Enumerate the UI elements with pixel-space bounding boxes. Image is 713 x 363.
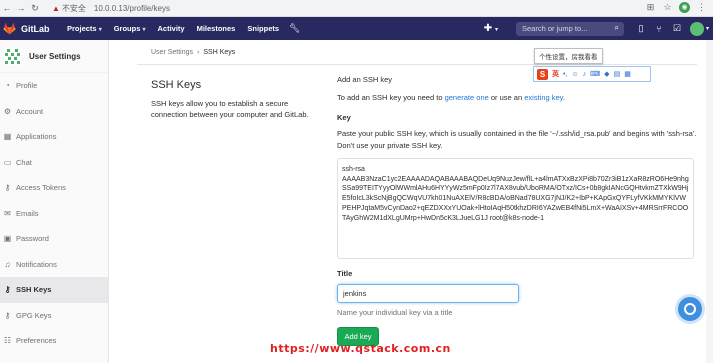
page-description: SSH keys allow you to establish a secure… bbox=[151, 99, 309, 119]
title-help-text: Name your individual key via a title bbox=[337, 308, 453, 317]
insecure-label: 不安全 bbox=[61, 4, 86, 13]
skin-icon[interactable]: ◆ bbox=[604, 70, 609, 78]
gear-icon: ⚙ bbox=[3, 106, 12, 116]
search-icon: ⌕ bbox=[614, 22, 619, 32]
sidebar-item-ssh-keys[interactable]: ⚷ SSH Keys bbox=[0, 277, 108, 303]
nav-groups[interactable]: Groups ▾ bbox=[108, 24, 152, 33]
wrench-icon[interactable]: 🔧︎ bbox=[289, 23, 300, 34]
emoji-icon[interactable]: ☺ bbox=[571, 71, 578, 78]
plus-icon[interactable]: ✚ ▾ bbox=[484, 23, 498, 34]
key-label: Key bbox=[337, 113, 351, 122]
browser-toolbar: ← → ↻ ▲ 不安全 10.0.0.13/profile/keys ⊞ ☆ ◉… bbox=[0, 0, 713, 17]
grid-icon: ▦ bbox=[3, 132, 12, 142]
lock-icon: ▣ bbox=[3, 234, 12, 244]
divider bbox=[137, 64, 697, 65]
chevron-down-icon[interactable]: ▾ bbox=[706, 25, 709, 32]
menu-icon[interactable]: ⋮ bbox=[696, 2, 707, 13]
back-icon[interactable]: ← bbox=[0, 3, 14, 13]
profile-avatar[interactable]: ◉ bbox=[679, 2, 690, 13]
sidebar-item-emails[interactable]: ✉ Emails bbox=[0, 201, 108, 227]
nav-activity[interactable]: Activity bbox=[152, 24, 191, 33]
ime-toolbar[interactable]: S 英 •, ☺ ♪ ⌨ ◆ ▤ ▦ bbox=[533, 66, 651, 82]
brand-name: GitLab bbox=[21, 23, 50, 34]
todo-icon[interactable]: ☑ bbox=[668, 23, 686, 34]
add-key-instructions: To add an SSH key you need to generate o… bbox=[337, 93, 565, 102]
intro-section: SSH Keys SSH keys allow you to establish… bbox=[151, 79, 319, 120]
key-textarea[interactable]: ssh-rsa AAAAB3NzaC1yc2EAAAADAQABAAABAQDe… bbox=[337, 158, 694, 259]
sidebar-item-applications[interactable]: ▦ Applications bbox=[0, 124, 108, 150]
sogou-logo-icon[interactable]: S bbox=[537, 68, 548, 80]
generate-one-link[interactable]: generate one bbox=[445, 93, 489, 102]
chat-icon: ▭ bbox=[3, 157, 12, 167]
key-icon: ⚷ bbox=[4, 183, 11, 193]
address-bar[interactable]: ▲ 不安全 10.0.0.13/profile/keys bbox=[52, 2, 642, 15]
microphone-icon[interactable]: ♪ bbox=[583, 71, 587, 78]
search-input[interactable]: Search or jump to... ⌕ bbox=[515, 21, 624, 36]
user-icon: ◔ bbox=[5, 81, 10, 91]
url-text[interactable]: 10.0.0.13/profile/keys bbox=[94, 4, 170, 13]
key-icon: ⚷ bbox=[4, 310, 11, 320]
issues-icon[interactable]: ▯ bbox=[632, 23, 650, 34]
key-help-text: Paste your public SSH key, which is usua… bbox=[337, 129, 697, 150]
ime-language-toggle[interactable]: 英 bbox=[552, 69, 559, 79]
chevron-right-icon: › bbox=[197, 49, 200, 56]
bell-icon: ♫ bbox=[4, 259, 11, 269]
watermark-url: https://www.qstack.com.cn bbox=[270, 342, 451, 355]
page-scrollbar[interactable] bbox=[706, 40, 713, 363]
sidebar-item-account[interactable]: ⚙ Account bbox=[0, 99, 108, 125]
title-label: Title bbox=[337, 269, 353, 278]
forward-icon[interactable]: → bbox=[14, 3, 28, 13]
page-title: SSH Keys bbox=[151, 79, 202, 91]
tooltip: 个性设置，房我看看 bbox=[534, 48, 603, 64]
merge-request-icon[interactable]: ⑂ bbox=[650, 24, 668, 34]
title-input[interactable]: jenkins bbox=[337, 284, 519, 303]
warning-icon: ▲ bbox=[52, 4, 60, 13]
sidebar-item-preferences[interactable]: ☷ Preferences bbox=[0, 328, 108, 354]
gitlab-logo[interactable]: GitLab bbox=[3, 22, 61, 35]
nav-projects[interactable]: Projects ▾ bbox=[61, 24, 108, 33]
reload-icon[interactable]: ↻ bbox=[28, 3, 42, 14]
breadcrumb-parent[interactable]: User Settings bbox=[151, 49, 193, 56]
gitlab-navbar: GitLab Projects ▾ Groups ▾ Activity Mile… bbox=[0, 17, 713, 40]
sidebar-item-notifications[interactable]: ♫ Notifications bbox=[0, 252, 108, 278]
breadcrumb: User Settings › SSH Keys bbox=[151, 49, 235, 56]
sidebar-item-access-tokens[interactable]: ⚷ Access Tokens bbox=[0, 175, 108, 201]
breadcrumb-current[interactable]: SSH Keys bbox=[203, 49, 235, 56]
circle-icon bbox=[684, 303, 696, 315]
nav-snippets[interactable]: Snippets bbox=[241, 24, 285, 33]
sidebar-item-profile[interactable]: ◔ Profile bbox=[0, 73, 108, 99]
star-icon[interactable]: ☆ bbox=[662, 2, 673, 13]
keyboard-icon[interactable]: ⌨ bbox=[590, 70, 600, 78]
toolbox-icon[interactable]: ▤ bbox=[614, 70, 621, 78]
settings-sidebar: User Settings ◔ Profile ⚙ Account ▦ Applica… bbox=[0, 40, 109, 363]
sidebar-item-chat[interactable]: ▭ Chat bbox=[0, 150, 108, 176]
existing-key-link[interactable]: existing key bbox=[524, 93, 563, 102]
sidebar-item-gpg-keys[interactable]: ⚷ GPG Keys bbox=[0, 303, 108, 329]
sidebar-title: User Settings bbox=[29, 51, 81, 61]
sidebar-header[interactable]: User Settings bbox=[0, 40, 108, 73]
grid-menu-icon[interactable]: ▦ bbox=[624, 70, 631, 78]
sidebar-item-password[interactable]: ▣ Password bbox=[0, 226, 108, 252]
punctuation-icon[interactable]: •, bbox=[563, 71, 567, 78]
key-icon: ⚷ bbox=[4, 285, 11, 295]
translate-icon[interactable]: ⊞ bbox=[645, 2, 656, 13]
nav-milestones[interactable]: Milestones bbox=[191, 24, 242, 33]
floating-assistant-button[interactable] bbox=[678, 297, 702, 321]
user-settings-avatar bbox=[4, 47, 21, 65]
tanuki-icon bbox=[3, 22, 16, 35]
sliders-icon: ☷ bbox=[3, 336, 12, 346]
user-avatar[interactable] bbox=[689, 21, 704, 36]
envelope-icon: ✉ bbox=[4, 208, 11, 218]
